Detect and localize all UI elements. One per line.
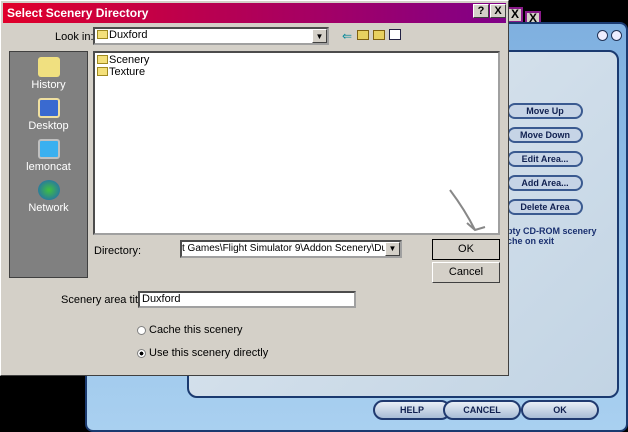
close-title-button[interactable]: X xyxy=(490,4,506,18)
new-folder-icon[interactable] xyxy=(373,30,385,40)
place-computer[interactable]: lemoncat xyxy=(10,139,87,173)
computer-icon xyxy=(37,139,60,159)
info-line: che on exit xyxy=(507,236,555,246)
desktop-icon xyxy=(37,98,60,118)
cache-radio-label[interactable]: Cache this scenery xyxy=(149,324,243,336)
look-in-value: Duxford xyxy=(109,29,148,41)
bg-close-button-1[interactable]: X xyxy=(507,7,523,23)
direct-radio[interactable] xyxy=(137,349,146,358)
help-button[interactable]: HELP xyxy=(373,400,451,420)
select-scenery-directory-dialog: Select Scenery Directory ? X Look in: Du… xyxy=(0,0,509,376)
cache-info-text: pty CD-ROM scenery che on exit xyxy=(507,226,597,246)
directory-combo[interactable]: t Games\Flight Simulator 9\Addon Scenery… xyxy=(180,240,402,258)
list-item[interactable]: Scenery xyxy=(97,54,496,66)
directory-label: Directory: xyxy=(94,245,142,257)
ok-button[interactable]: OK xyxy=(432,239,500,260)
edit-area-button[interactable]: Edit Area... xyxy=(507,151,583,167)
chevron-down-icon[interactable]: ▼ xyxy=(312,29,327,43)
look-in-combo[interactable]: Duxford ▼ xyxy=(93,27,329,45)
move-down-button[interactable]: Move Down xyxy=(507,127,583,143)
history-icon xyxy=(37,57,60,77)
directory-value: t Games\Flight Simulator 9\Addon Scenery… xyxy=(182,243,402,254)
area-title-label: Scenery area title: xyxy=(61,294,150,306)
list-item[interactable]: Texture xyxy=(97,66,496,78)
cancel-button[interactable]: Cancel xyxy=(432,262,500,283)
bg-ok-button[interactable]: OK xyxy=(521,400,599,420)
help-title-button[interactable]: ? xyxy=(473,4,489,18)
look-in-label: Look in: xyxy=(55,31,94,43)
cache-radio[interactable] xyxy=(137,326,146,335)
arrow-annotation-icon xyxy=(449,189,486,232)
direct-radio-label[interactable]: Use this scenery directly xyxy=(149,347,268,359)
move-up-button[interactable]: Move Up xyxy=(507,103,583,119)
area-title-input[interactable]: Duxford xyxy=(138,291,356,308)
dialog-title: Select Scenery Directory xyxy=(3,3,506,23)
folder-icon xyxy=(97,30,108,39)
chevron-down-icon[interactable]: ▼ xyxy=(385,242,400,256)
place-desktop[interactable]: Desktop xyxy=(10,98,87,132)
file-list[interactable]: Scenery Texture xyxy=(93,51,500,235)
bg-cancel-button[interactable]: CANCEL xyxy=(443,400,521,420)
file-name: Texture xyxy=(109,66,146,78)
place-label: Desktop xyxy=(28,120,69,132)
up-folder-icon[interactable] xyxy=(357,30,369,40)
info-line: pty CD-ROM scenery xyxy=(507,226,597,236)
place-history[interactable]: History xyxy=(10,57,87,91)
back-icon[interactable]: ⇐ xyxy=(342,29,352,43)
minimize-icon[interactable] xyxy=(597,30,608,41)
delete-area-button[interactable]: Delete Area xyxy=(507,199,583,215)
file-name: Scenery xyxy=(109,54,150,66)
place-network[interactable]: Network xyxy=(10,180,87,214)
add-area-button[interactable]: Add Area... xyxy=(507,175,583,191)
close-icon[interactable] xyxy=(611,30,622,41)
places-bar: History Desktop lemoncat Network xyxy=(9,51,88,278)
view-menu-icon[interactable] xyxy=(389,29,401,40)
place-label: History xyxy=(31,79,66,91)
place-label: Network xyxy=(28,202,69,214)
place-label: lemoncat xyxy=(26,161,71,173)
folder-icon xyxy=(97,67,108,76)
folder-icon xyxy=(97,55,108,64)
network-icon xyxy=(37,180,60,200)
